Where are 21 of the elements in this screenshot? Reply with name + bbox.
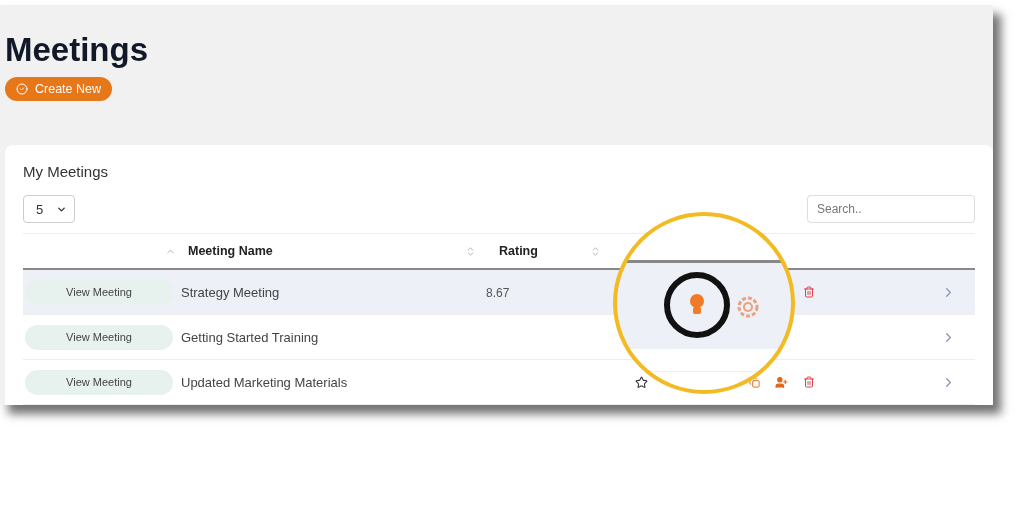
- column-header[interactable]: Rating: [499, 244, 538, 258]
- star-icon[interactable]: [634, 375, 648, 389]
- view-meeting-button[interactable]: View Meeting: [25, 369, 173, 395]
- card-title: My Meetings: [23, 163, 109, 180]
- add-user-icon[interactable]: [774, 375, 788, 389]
- copy-icon[interactable]: [748, 376, 760, 388]
- view-meeting-button[interactable]: View Meeting: [25, 324, 173, 350]
- search-field[interactable]: Search..: [807, 195, 975, 223]
- page-title: Meetings: [5, 31, 149, 69]
- sort-icon[interactable]: [465, 245, 476, 257]
- rating-value: 8.67: [485, 286, 510, 300]
- meeting-name: Strategy Meeting: [181, 284, 280, 300]
- check-circle-icon: [16, 83, 28, 95]
- column-header[interactable]: Meeting Name: [188, 244, 273, 258]
- trash-icon[interactable]: [803, 286, 815, 298]
- trash-icon[interactable]: [803, 376, 815, 388]
- sort-icon[interactable]: [590, 245, 601, 257]
- page-size-select[interactable]: 5: [23, 195, 75, 223]
- view-meeting-button[interactable]: View Meeting: [25, 279, 173, 305]
- meeting-name: Updated Marketing Materials: [181, 374, 348, 390]
- meeting-name: Getting Started Training: [181, 329, 319, 345]
